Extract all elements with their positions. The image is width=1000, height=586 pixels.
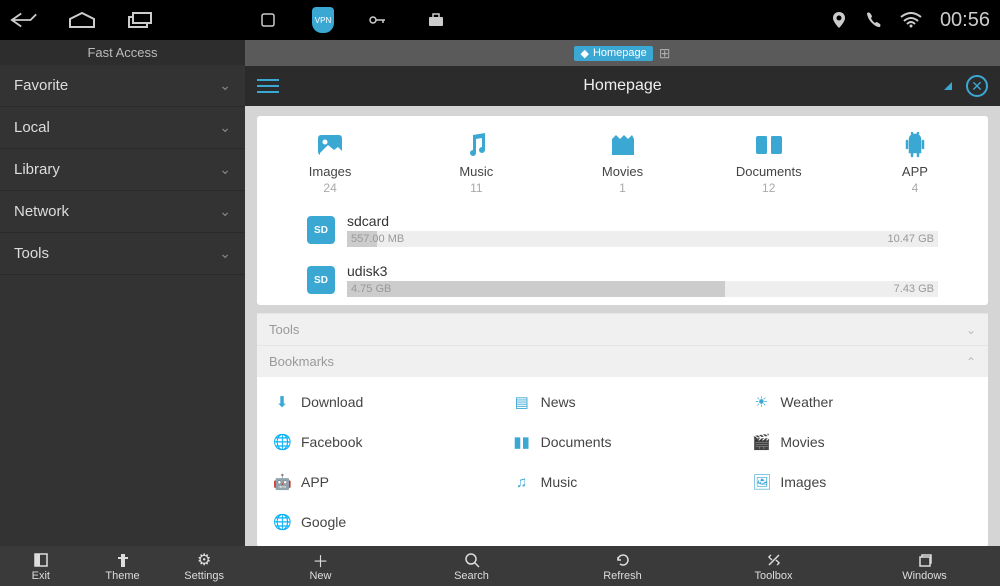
movies-icon: 🎬 — [752, 433, 770, 451]
bookmark-images[interactable]: 🖼Images — [752, 467, 972, 497]
bookmark-news[interactable]: ▤News — [513, 387, 733, 417]
chevron-down-icon: ⌄ — [219, 119, 231, 136]
wifi-icon — [900, 12, 922, 28]
bottom-theme[interactable]: Theme — [82, 546, 164, 586]
key-icon — [364, 6, 392, 34]
bottom-new[interactable]: ＋New — [245, 546, 396, 586]
bookmark-google[interactable]: 🌐Google — [273, 507, 493, 537]
images-icon: 🖼 — [752, 473, 770, 491]
bookmarks-grid: ⬇Download ▤News ☀Weather 🌐Facebook ▮▮Doc… — [257, 377, 988, 546]
category-documents[interactable]: Documents12 — [696, 130, 842, 195]
tab-strip: ◆ Homepage ⊞ — [245, 40, 1000, 66]
windows-icon — [917, 551, 933, 569]
sidebar-item-local[interactable]: Local⌄ — [0, 107, 245, 149]
app-notification-icon — [254, 6, 282, 34]
android-status-bar: VPN 00:56 — [0, 0, 1000, 40]
bookmark-movies[interactable]: 🎬Movies — [752, 427, 972, 457]
android-icon: 🤖 — [273, 473, 291, 491]
exit-icon — [33, 551, 49, 569]
weather-icon: ☀ — [752, 393, 770, 411]
bookmark-weather[interactable]: ☀Weather — [752, 387, 972, 417]
bottom-bar: Exit Theme ⚙Settings ＋New Search Refresh… — [0, 546, 1000, 586]
bottom-settings[interactable]: ⚙Settings — [163, 546, 245, 586]
page-title: Homepage — [583, 77, 661, 95]
chevron-down-icon: ⌄ — [219, 77, 231, 94]
storage-udisk3[interactable]: SD udisk3 4.75 GB7.43 GB — [257, 255, 988, 305]
news-icon: ▤ — [513, 393, 531, 411]
bookmark-download[interactable]: ⬇Download — [273, 387, 493, 417]
bookmark-documents[interactable]: ▮▮Documents — [513, 427, 733, 457]
bottom-refresh[interactable]: Refresh — [547, 546, 698, 586]
category-movies[interactable]: Movies1 — [549, 130, 695, 195]
chevron-down-icon: ⌄ — [219, 245, 231, 262]
globe-icon: 🌐 — [273, 433, 291, 451]
recent-apps-icon[interactable] — [126, 6, 154, 34]
section-bookmarks[interactable]: Bookmarks⌃ — [257, 345, 988, 377]
header-bar: Homepage ✕ — [245, 66, 1000, 106]
sd-icon: SD — [307, 266, 335, 294]
sd-icon: SD — [307, 216, 335, 244]
back-icon[interactable] — [10, 6, 38, 34]
category-images[interactable]: Images24 — [257, 130, 403, 195]
location-icon — [832, 11, 846, 29]
clock-time: 00:56 — [940, 9, 990, 32]
gear-icon: ⚙ — [197, 551, 211, 569]
movies-icon — [549, 130, 695, 160]
sidebar-item-favorite[interactable]: Favorite⌄ — [0, 65, 245, 107]
bookmark-app[interactable]: 🤖APP — [273, 467, 493, 497]
sidebar-item-library[interactable]: Library⌄ — [0, 149, 245, 191]
theme-icon — [115, 551, 131, 569]
documents-icon: ▮▮ — [513, 433, 531, 451]
menu-icon[interactable] — [257, 79, 279, 93]
category-app[interactable]: APP4 — [842, 130, 988, 195]
sidebar-item-tools[interactable]: Tools⌄ — [0, 233, 245, 275]
close-icon[interactable]: ✕ — [966, 75, 988, 97]
chevron-down-icon: ⌄ — [219, 203, 231, 220]
sidebar-title: Fast Access — [0, 40, 245, 65]
bookmark-facebook[interactable]: 🌐Facebook — [273, 427, 493, 457]
tab-homepage[interactable]: ◆ Homepage — [574, 46, 652, 61]
home-icon[interactable] — [68, 6, 96, 34]
bottom-toolbox[interactable]: Toolbox — [698, 546, 849, 586]
section-tools[interactable]: Tools⌄ — [257, 313, 988, 345]
bottom-search[interactable]: Search — [396, 546, 547, 586]
bottom-windows[interactable]: Windows — [849, 546, 1000, 586]
new-tab-icon[interactable]: ⊞ — [659, 45, 671, 62]
category-music[interactable]: Music11 — [403, 130, 549, 195]
globe-icon: 🌐 — [273, 513, 291, 531]
storage-sdcard[interactable]: SD sdcard 557.00 MB10.47 GB — [257, 205, 988, 255]
music-icon — [403, 130, 549, 160]
refresh-icon — [615, 551, 631, 569]
sidebar-item-network[interactable]: Network⌄ — [0, 191, 245, 233]
bottom-exit[interactable]: Exit — [0, 546, 82, 586]
phone-icon — [864, 11, 882, 29]
android-icon — [842, 130, 988, 160]
music-icon: ♫ — [513, 474, 531, 491]
category-row: Images24 Music11 Movies1 Documents12 APP… — [257, 116, 988, 205]
main-panel: ◆ Homepage ⊞ Homepage ✕ Images24 Music11… — [245, 40, 1000, 546]
chevron-up-icon: ⌃ — [966, 355, 976, 369]
vpn-shield-icon: VPN — [312, 7, 334, 33]
resize-triangle-icon[interactable] — [944, 82, 952, 90]
chevron-down-icon: ⌄ — [219, 161, 231, 178]
sidebar: Fast Access Favorite⌄ Local⌄ Library⌄ Ne… — [0, 40, 245, 546]
download-icon: ⬇ — [273, 393, 291, 411]
search-icon — [464, 551, 480, 569]
images-icon — [257, 130, 403, 160]
documents-icon — [696, 130, 842, 160]
briefcase-icon — [422, 6, 450, 34]
bookmark-music[interactable]: ♫Music — [513, 467, 733, 497]
chevron-down-icon: ⌄ — [966, 323, 976, 337]
toolbox-icon — [766, 551, 782, 569]
plus-icon: ＋ — [312, 551, 328, 569]
